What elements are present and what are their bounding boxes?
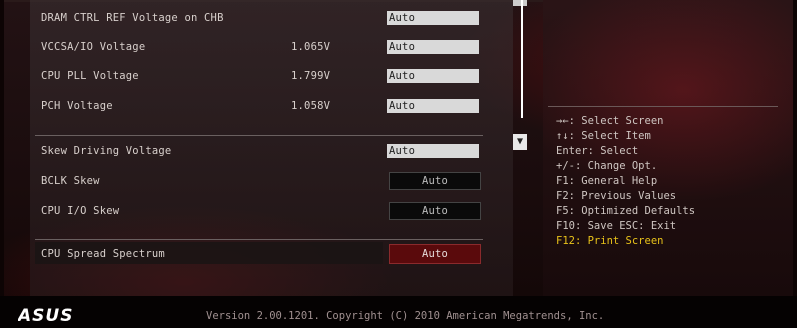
section-divider [35,239,483,240]
setting-label: BCLK Skew [41,175,100,187]
option-field[interactable]: Auto [387,144,479,158]
option-field[interactable]: Auto [387,40,479,54]
scroll-down-icon[interactable]: ▼ [513,134,527,150]
option-field[interactable]: Auto [387,99,479,113]
setting-label: DRAM CTRL REF Voltage on CHB [41,12,224,24]
help-f2: F2: Previous Values [556,190,677,202]
option-field[interactable]: Auto [387,69,479,83]
setting-label: CPU Spread Spectrum [41,248,165,260]
setting-label: VCCSA/IO Voltage [41,41,146,53]
help-change-opt: +/-: Change Opt. [556,160,658,172]
help-f1: F1: General Help [556,175,658,187]
option-button-selected[interactable]: Auto [389,244,481,264]
version-text: Version 2.00.1201. Copyright (C) 2010 Am… [206,310,605,322]
help-f12: F12: Print Screen [556,235,664,247]
svg-text:ASUS: ASUS [18,307,73,323]
setting-label: PCH Voltage [41,100,113,112]
help-divider [548,106,778,107]
help-f10: F10: Save ESC: Exit [556,220,677,232]
option-button[interactable]: Auto [389,172,481,190]
setting-label: CPU PLL Voltage [41,70,139,82]
setting-value: 1.799V [291,70,331,82]
option-field[interactable]: Auto [387,11,479,25]
scrollbar-track[interactable] [521,0,523,118]
setting-label: CPU I/O Skew [41,205,120,217]
section-divider [35,135,483,136]
help-enter: Enter: Select [556,145,639,157]
asus-logo: ASUS [16,306,88,327]
scrollbar-top[interactable] [513,0,527,6]
setting-value: 1.058V [291,100,331,112]
setting-label: Skew Driving Voltage [41,145,172,157]
help-select-screen: →←: Select Screen [556,115,664,127]
help-f5: F5: Optimized Defaults [556,205,696,217]
help-select-item: ↑↓: Select Item [556,130,651,142]
option-button[interactable]: Auto [389,202,481,220]
setting-value: 1.065V [291,41,331,53]
